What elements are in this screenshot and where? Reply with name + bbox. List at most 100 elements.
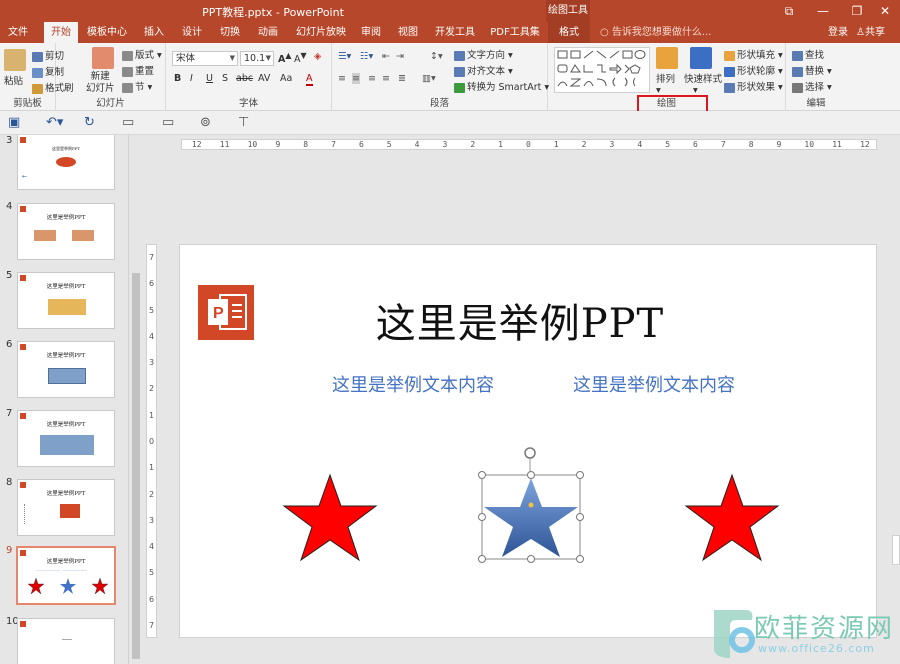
tab-animations[interactable]: 动画 — [252, 22, 284, 43]
smartart-button[interactable]: 转换为 SmartArt ▾ — [454, 79, 549, 93]
tab-review[interactable]: 审阅 — [356, 22, 386, 43]
thumbnail-slide-8[interactable]: 这里是举例PPT — [17, 479, 115, 536]
reset-button[interactable]: 重置 — [122, 63, 154, 77]
clear-formatting-icon[interactable]: ◈ — [314, 51, 321, 62]
thumbnail-slide-4[interactable]: 这里是举例PPT — [17, 203, 115, 260]
thumbnail-slide-10[interactable] — [17, 618, 115, 664]
align-text-button[interactable]: 对齐文本 ▾ — [454, 63, 513, 77]
slide-logo-icon — [20, 413, 26, 419]
align-right-icon[interactable]: ≡ — [368, 73, 376, 84]
tab-view[interactable]: 视图 — [392, 22, 424, 43]
shape-fill-button[interactable]: 形状填充 ▾ — [724, 47, 783, 61]
ruler-label: 8 — [748, 140, 754, 149]
pen-icon — [724, 66, 735, 77]
shape-effects-button[interactable]: 形状效果 ▾ — [724, 79, 783, 93]
star-shape-left[interactable] — [280, 473, 380, 563]
tab-home[interactable]: 开始 — [44, 22, 78, 43]
section-button[interactable]: 节 ▾ — [122, 79, 152, 93]
thumbnail-slide-6[interactable]: 这里是举例PPT — [17, 341, 115, 398]
star-shape-selected[interactable] — [476, 443, 586, 565]
tell-me-search[interactable]: ○ 告诉我您想要做什么... — [600, 22, 711, 43]
tab-design[interactable]: 设计 — [176, 22, 208, 43]
tab-developer[interactable]: 开发工具 — [430, 22, 480, 43]
shapes-gallery[interactable] — [554, 47, 650, 93]
justify-icon[interactable]: ≡ — [382, 73, 390, 84]
character-spacing-button[interactable]: AV — [258, 73, 270, 84]
presenter-icon[interactable]: ⊚ — [200, 115, 211, 130]
underline-button[interactable]: U — [206, 73, 213, 84]
paste-button[interactable]: 粘贴 — [4, 73, 23, 87]
thumbnail-slide-9[interactable]: 这里是举例PPT ———————— ———————— — [16, 546, 116, 605]
group-label: 幻灯片 — [96, 98, 125, 109]
font-size-dropdown[interactable]: 10.1 ▼ — [240, 51, 274, 66]
increase-indent-icon[interactable]: ⇥ — [396, 51, 404, 62]
tab-insert[interactable]: 插入 — [138, 22, 170, 43]
arrange-button[interactable]: 排列 ▾ — [656, 71, 675, 96]
tab-pdf-tools[interactable]: PDF工具集 — [486, 22, 544, 43]
replace-button[interactable]: 替换 ▾ — [792, 63, 832, 77]
tab-transitions[interactable]: 切换 — [214, 22, 246, 43]
title-bar: PPT教程.pptx - PowerPoint 绘图工具 ⧉ — ❐ ✕ — [0, 0, 900, 22]
share-button[interactable]: ♙共享 — [856, 22, 885, 43]
shape-outline-button[interactable]: 形状轮廓 ▾ — [724, 63, 783, 77]
tab-template-center[interactable]: 模板中心 — [84, 22, 130, 43]
slide-subtitle-right[interactable]: 这里是举例文本内容 — [573, 371, 735, 397]
vertical-ruler: 7 6 5 4 3 2 1 0 1 2 3 4 5 6 7 — [146, 244, 157, 638]
rotate-handle-icon[interactable] — [524, 447, 536, 459]
undo-icon[interactable]: ↶▾ — [46, 115, 63, 130]
distribute-icon[interactable]: ≣ — [398, 73, 406, 84]
text-direction-button[interactable]: 文字方向 ▾ — [454, 47, 513, 61]
change-case-button[interactable]: Aa — [280, 73, 292, 84]
tab-file[interactable]: 文件 — [2, 22, 34, 43]
numbering-icon[interactable]: ☷▾ — [360, 51, 373, 62]
slide-subtitle-left[interactable]: 这里是举例文本内容 — [332, 371, 494, 397]
find-button[interactable]: 查找 — [792, 47, 824, 61]
font-color-button[interactable]: A — [306, 73, 313, 86]
close-button[interactable]: ✕ — [868, 0, 900, 22]
italic-button[interactable]: I — [190, 73, 193, 84]
slide-canvas[interactable]: P 这里是举例PPT 这里是举例文本内容 这里是举例文本内容 — [179, 244, 877, 638]
editing-group: 查找 替换 ▾ 选择 ▾ 编辑 — [786, 43, 846, 111]
align-center-icon[interactable]: ≡ — [352, 73, 360, 84]
minimize-button[interactable]: — — [806, 0, 840, 22]
align-left-icon[interactable]: ≡ — [338, 73, 346, 84]
thumbnail-title: 这里是举例PPT — [46, 215, 86, 221]
thumbnail-slide-5[interactable]: 这里是举例PPT — [17, 272, 115, 329]
start-from-beginning-icon[interactable]: ▭ — [122, 115, 134, 130]
thumbnail-number: 6 — [6, 339, 13, 350]
ruler-label: 0 — [526, 140, 531, 149]
font-name-dropdown[interactable]: 宋体 ▼ — [172, 51, 238, 66]
slide-logo-icon — [20, 344, 26, 350]
select-button[interactable]: 选择 ▾ — [792, 79, 832, 93]
decrease-font-button[interactable]: A▼ — [294, 51, 307, 65]
bold-button[interactable]: B — [174, 73, 181, 84]
editor-scrollbar[interactable] — [890, 135, 900, 664]
bullets-icon[interactable]: ☰▾ — [338, 51, 351, 62]
quick-styles-button[interactable]: 快速样式 ▾ — [684, 71, 722, 96]
save-icon[interactable]: ▣ — [8, 115, 20, 130]
redo-icon[interactable]: ↻ — [84, 115, 95, 130]
touch-mode-icon[interactable]: ▭ — [162, 115, 174, 130]
shadow-button[interactable]: S — [222, 73, 228, 84]
decrease-indent-icon[interactable]: ⇤ — [382, 51, 390, 62]
tab-format[interactable]: 格式 — [548, 22, 590, 43]
login-link[interactable]: 登录 — [828, 22, 848, 43]
thumbnail-slide-7[interactable]: 这里是举例PPT — [17, 410, 115, 467]
new-slide-button[interactable]: 新建 幻灯片 — [86, 71, 115, 95]
scrollbar-thumb[interactable] — [132, 273, 140, 659]
columns-icon[interactable]: ▥▾ — [422, 73, 436, 84]
tab-slideshow[interactable]: 幻灯片放映 — [292, 22, 350, 43]
increase-font-button[interactable]: A▲ — [278, 51, 291, 65]
effects-icon — [724, 82, 735, 93]
thumbnail-slide-3[interactable]: 这里是举例PPT ← — [17, 135, 115, 190]
thumbnails-scrollbar[interactable] — [128, 135, 142, 664]
layout-button[interactable]: 版式 ▾ — [122, 47, 162, 61]
line-spacing-icon[interactable]: ↕▾ — [430, 51, 443, 62]
strikethrough-button[interactable]: abc — [236, 73, 253, 84]
ribbon-display-options-icon[interactable]: ⧉ — [772, 0, 806, 22]
star-shape-right[interactable] — [682, 473, 782, 563]
scrollbar-thumb[interactable] — [892, 535, 900, 565]
present-icon[interactable]: ⊤ — [238, 115, 249, 130]
slide-title[interactable]: 这里是举例PPT — [320, 291, 720, 349]
shapes-gallery-icons — [557, 50, 646, 87]
